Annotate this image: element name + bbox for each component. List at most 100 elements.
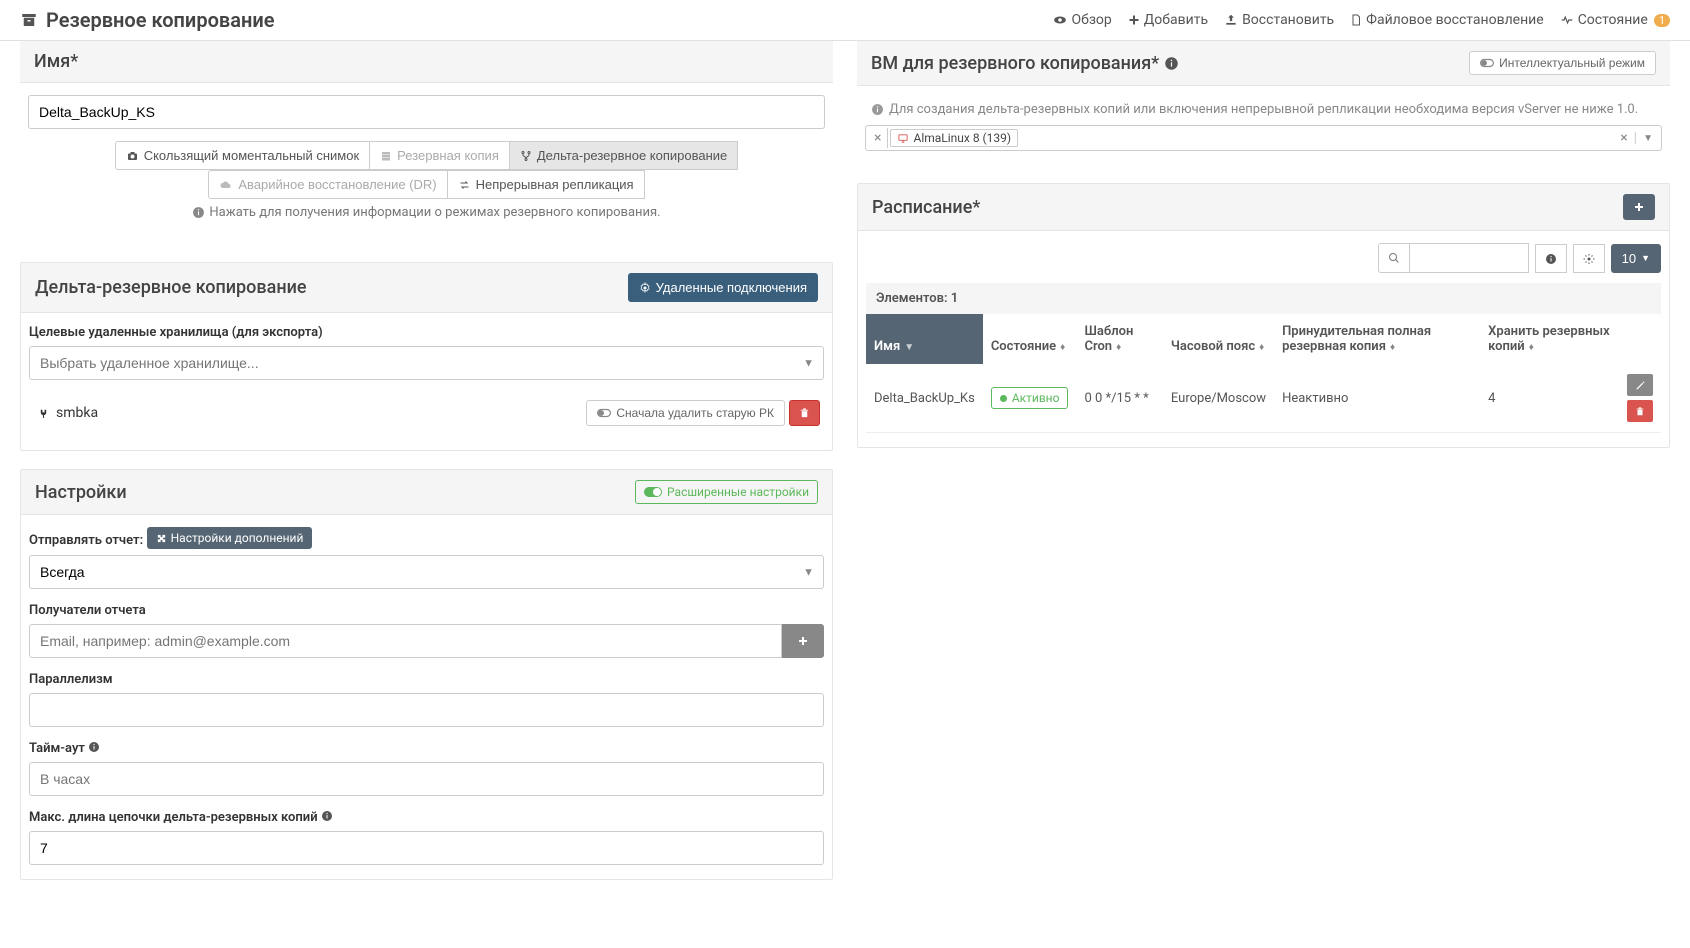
eye-icon (1053, 13, 1067, 27)
gear-icon (1583, 253, 1595, 265)
sort-icon: ♦ (1060, 342, 1065, 353)
send-report-label: Отправлять отчет: (29, 533, 143, 548)
parallel-input[interactable] (29, 693, 824, 727)
chain-input[interactable] (29, 831, 824, 865)
info-icon (1164, 56, 1179, 71)
schedule-settings-button[interactable] (1573, 244, 1605, 273)
advanced-settings-toggle[interactable]: Расширенные настройки (635, 480, 818, 504)
mode-helper: Нажать для получения информации о режима… (28, 205, 825, 220)
sort-icon: ♦ (1116, 342, 1121, 353)
col-state[interactable]: Состояние♦ (983, 314, 1077, 364)
timeout-input[interactable] (29, 762, 824, 796)
toggle-off-icon (1480, 58, 1494, 68)
cell-forced: Неактивно (1274, 364, 1480, 433)
schedule-search-input[interactable] (1409, 243, 1529, 273)
chevron-down-icon[interactable]: ▼ (1643, 133, 1653, 144)
remote-delete-button[interactable] (789, 400, 820, 426)
schedule-count: Элементов: 1 (866, 283, 1661, 314)
stack-icon (380, 150, 392, 162)
vm-tag[interactable]: AlmaLinux 8 (139) (890, 129, 1018, 147)
schedule-title: Расписание* (872, 197, 980, 218)
upload-icon (1224, 13, 1238, 27)
targets-label: Целевые удаленные хранилища (для экспорт… (29, 325, 824, 340)
mode-rolling-snapshot[interactable]: Скользящий моментальный снимок (115, 141, 370, 170)
info-icon (871, 103, 884, 116)
search-icon (1378, 243, 1409, 273)
cell-keep: 4 (1480, 364, 1619, 433)
sort-icon: ♦ (1390, 342, 1395, 353)
remote-item: smbka (33, 405, 98, 421)
schedule-info-button[interactable] (1535, 244, 1567, 273)
archive-icon (20, 11, 38, 29)
plus-icon (1128, 14, 1140, 26)
plus-icon (1633, 201, 1645, 213)
fork-icon (520, 150, 532, 162)
col-cron[interactable]: Шаблон Cron♦ (1076, 314, 1162, 364)
chain-label: Макс. длина цепочки дельта-резервных коп… (29, 810, 824, 825)
info-icon (321, 810, 333, 822)
col-forced[interactable]: Принудительная полная резервная копия♦ (1274, 314, 1480, 364)
status-badge: 1 (1654, 14, 1670, 27)
info-icon (192, 206, 205, 219)
monitor-icon (897, 131, 909, 145)
page-title: Резервное копирование (20, 8, 274, 32)
info-icon (88, 741, 100, 753)
page-size-select[interactable]: 10 ▼ (1611, 244, 1661, 273)
nav-restore[interactable]: Восстановить (1224, 12, 1334, 28)
schedule-add-button[interactable] (1623, 194, 1655, 220)
vm-section-title: ВМ для резервного копирования* (871, 53, 1179, 74)
nav-add[interactable]: Добавить (1128, 12, 1208, 28)
name-input[interactable] (28, 95, 825, 129)
pencil-icon (1635, 380, 1646, 391)
col-name[interactable]: Имя▼ (866, 314, 983, 364)
sort-desc-icon: ▼ (904, 342, 914, 353)
puzzle-icon (156, 533, 167, 544)
mode-dr[interactable]: Аварийное восстановление (DR) (208, 170, 447, 199)
trash-icon (1635, 406, 1645, 417)
vm-info: Для создания дельта-резервных копий или … (865, 98, 1662, 125)
swap-icon (458, 179, 471, 191)
table-row: Delta_BackUp_Ks Активно 0 0 */15 * * Eur… (866, 364, 1661, 433)
smart-mode-button[interactable]: Интеллектуальный режим (1469, 51, 1656, 75)
trash-icon (799, 407, 810, 419)
mode-cr[interactable]: Непрерывная репликация (447, 170, 645, 199)
recipients-add-button[interactable] (782, 624, 824, 658)
row-edit-button[interactable] (1627, 374, 1653, 396)
parallel-label: Параллелизм (29, 672, 824, 687)
nav-status[interactable]: Состояние 1 (1560, 12, 1670, 28)
mode-delta[interactable]: Дельта-резервное копирование (509, 141, 738, 170)
camera-icon (126, 150, 139, 162)
chevron-down-icon: ▼ (1641, 253, 1650, 263)
settings-title: Настройки (35, 482, 127, 503)
send-report-select[interactable] (29, 555, 824, 589)
sort-icon: ♦ (1259, 342, 1264, 353)
vm-select[interactable]: × AlmaLinux 8 (139) × | ▼ (865, 125, 1662, 151)
mode-backup[interactable]: Резервная копия (369, 141, 510, 170)
heartbeat-icon (1560, 13, 1574, 27)
vm-clear-button[interactable]: × (1620, 130, 1627, 146)
plus-icon (797, 635, 809, 647)
row-delete-button[interactable] (1627, 400, 1653, 422)
sort-icon: ♦ (1529, 342, 1534, 353)
toggle-on-icon (644, 487, 662, 497)
nav-overview[interactable]: Обзор (1053, 12, 1111, 28)
info-icon (1545, 253, 1557, 265)
nav-file-restore[interactable]: Файловое восстановление (1350, 12, 1544, 28)
delta-section-title: Дельта-резервное копирование (35, 277, 307, 298)
recipients-input[interactable] (29, 624, 782, 658)
recipients-label: Получатели отчета (29, 603, 824, 618)
timeout-label: Тайм-аут (29, 741, 824, 756)
delete-old-first-button[interactable]: Сначала удалить старую РК (586, 400, 785, 426)
vm-remove-button[interactable]: × (868, 128, 888, 148)
status-badge: Активно (991, 387, 1069, 409)
cloud-icon (219, 179, 233, 191)
targets-select[interactable] (29, 346, 824, 380)
cell-name: Delta_BackUp_Ks (866, 364, 983, 433)
col-keep[interactable]: Хранить резервных копий♦ (1480, 314, 1619, 364)
plug-icon (37, 407, 50, 420)
addon-settings-button[interactable]: Настройки дополнений (147, 527, 313, 549)
cell-cron: 0 0 */15 * * (1076, 364, 1162, 433)
col-tz[interactable]: Часовой пояс♦ (1163, 314, 1274, 364)
remote-connections-button[interactable]: Удаленные подключения (628, 273, 818, 302)
gear-icon (639, 282, 651, 294)
